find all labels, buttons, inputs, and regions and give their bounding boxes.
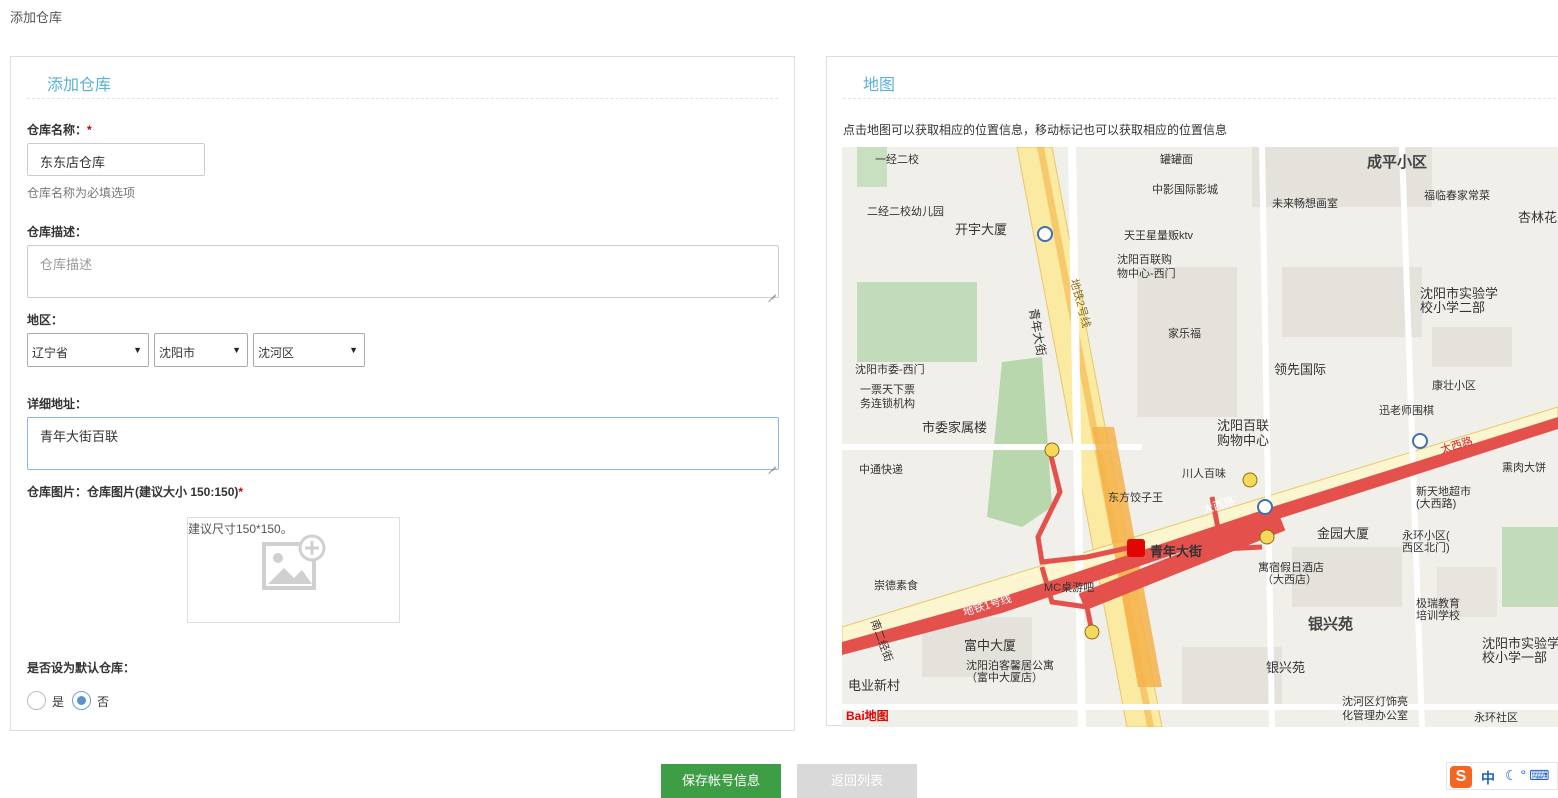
- map-panel: 地图 点击地图可以获取相应的位置信息，移动标记也可以获取相应的位置信息 成平小区…: [826, 56, 1558, 727]
- map-panel-header: 地图: [843, 67, 1558, 99]
- back-to-list-button[interactable]: 返回列表: [797, 764, 917, 798]
- save-account-button[interactable]: 保存帐号信息: [661, 764, 781, 798]
- warehouse-name-input[interactable]: 东东店仓库: [27, 143, 205, 176]
- map-place: 中影国际影城: [1152, 184, 1218, 196]
- map-center-station[interactable]: 青年大街: [1150, 541, 1202, 560]
- map-place: 沈阳市委-西门: [855, 364, 925, 376]
- map-place: 家乐福: [1168, 328, 1201, 340]
- map-instruction: 点击地图可以获取相应的位置信息，移动标记也可以获取相应的位置信息: [843, 123, 1228, 137]
- province-select[interactable]: 辽宁省 ▼: [27, 333, 149, 367]
- map-place: 务连锁机构: [860, 398, 915, 410]
- map-place: 未来畅想画室: [1272, 198, 1338, 210]
- dropdown-arrow-icon: ▼: [133, 345, 142, 355]
- form-panel-title: 添加仓库: [47, 77, 112, 94]
- map-place: 康壮小区: [1432, 380, 1476, 392]
- map-place: 天王星量贩ktv: [1124, 230, 1194, 242]
- ime-mode-label[interactable]: 中: [1481, 768, 1495, 788]
- map-place: 中通快递: [859, 464, 903, 476]
- map-place: 一经二校: [875, 154, 919, 166]
- warehouse-form-panel: 添加仓库 仓库名称：* 东东店仓库 仓库名称为必填选项 仓库描述： 仓库描述 地…: [10, 56, 795, 731]
- map-place: 成平小区: [1367, 154, 1428, 171]
- description-textarea[interactable]: 仓库描述: [27, 245, 779, 298]
- map-place: （大西店）: [1262, 574, 1317, 586]
- default-no-label: 否: [97, 695, 110, 709]
- image-upload-box[interactable]: 建议尺寸150*150。: [187, 517, 400, 623]
- map-place: 银兴苑: [1266, 660, 1306, 675]
- map-place: 二经二校幼儿园: [867, 206, 944, 218]
- map-place: 培训学校: [1416, 610, 1460, 622]
- default-yes-label: 是: [52, 695, 65, 709]
- form-panel-header: 添加仓库: [27, 67, 778, 99]
- map-place: 熏肉大饼: [1502, 462, 1546, 474]
- district-select[interactable]: 沈河区 ▼: [253, 333, 365, 367]
- default-no-radio[interactable]: [72, 691, 91, 710]
- sogou-ime-icon[interactable]: S: [1450, 766, 1472, 788]
- breadcrumb: 添加仓库: [10, 10, 63, 25]
- map-place: 化管理办公室: [1342, 710, 1408, 722]
- address-label: 详细地址：: [27, 397, 88, 411]
- map-place: 电业新村: [848, 678, 901, 693]
- map-place: MC桌游吧: [1044, 582, 1095, 594]
- dropdown-arrow-icon: ▼: [232, 345, 241, 355]
- map-panel-title: 地图: [863, 77, 896, 94]
- dropdown-arrow-icon: ▼: [349, 345, 358, 355]
- map-place: 永环社区: [1474, 712, 1518, 724]
- resize-grip-icon[interactable]: [768, 459, 776, 467]
- default-label: 是否设为默认仓库：: [27, 661, 136, 675]
- map-place: 市委家属楼: [922, 420, 988, 435]
- map-place: 福临春家常菜: [1424, 190, 1490, 202]
- map-place: 崇德素食: [874, 580, 918, 592]
- map-place: 富中大厦: [964, 638, 1017, 653]
- resize-grip-icon[interactable]: [768, 287, 776, 295]
- map-place: 银兴苑: [1308, 616, 1354, 633]
- map-place: (大西路): [1416, 498, 1457, 510]
- region-label: 地区：: [27, 313, 64, 327]
- city-select[interactable]: 沈阳市 ▼: [154, 333, 248, 367]
- ime-settings-icon[interactable]: ☾°⌨: [1505, 767, 1552, 784]
- required-mark: *: [87, 123, 92, 137]
- name-hint: 仓库名称为必填选项: [27, 186, 136, 200]
- map-place: 迅老师围棋: [1379, 405, 1434, 417]
- map-place: 杏林花: [1518, 210, 1558, 225]
- map-place: 金园大厦: [1317, 526, 1370, 541]
- map-place: 领先国际: [1274, 362, 1327, 377]
- map-place: （富中大厦店）: [966, 672, 1043, 684]
- add-image-icon: [262, 534, 326, 590]
- map-canvas[interactable]: 成平小区 罐罐面 中影国际影城 未来畅想画室 福临春家常菜 杏林花 一经二校 二…: [842, 147, 1558, 727]
- description-label: 仓库描述：: [27, 225, 88, 239]
- required-mark: *: [238, 485, 244, 499]
- name-label: 仓库名称：*: [27, 123, 92, 137]
- map-place: 购物中心: [1217, 433, 1270, 448]
- default-yes-radio[interactable]: [27, 691, 46, 710]
- address-textarea[interactable]: 青年大街百联: [27, 417, 779, 470]
- map-place: 校小学二部: [1420, 300, 1486, 315]
- ime-toolbar[interactable]: S 中 ☾°⌨: [1446, 762, 1558, 790]
- map-place: 罐罐面: [1160, 154, 1193, 166]
- map-roads: [842, 147, 1558, 727]
- map-place: 物中心-西门: [1117, 268, 1176, 280]
- map-place: 西区北门): [1402, 542, 1450, 554]
- image-label: 仓库图片：仓库图片(建议大小 150:150)*: [27, 485, 244, 499]
- map-place: 川人百味: [1182, 468, 1226, 480]
- baidu-map-logo: Bai地图: [846, 709, 889, 723]
- map-place: 开宇大厦: [955, 222, 1008, 237]
- map-place: 校小学一部: [1482, 650, 1548, 665]
- map-place: 东方饺子王: [1108, 492, 1163, 504]
